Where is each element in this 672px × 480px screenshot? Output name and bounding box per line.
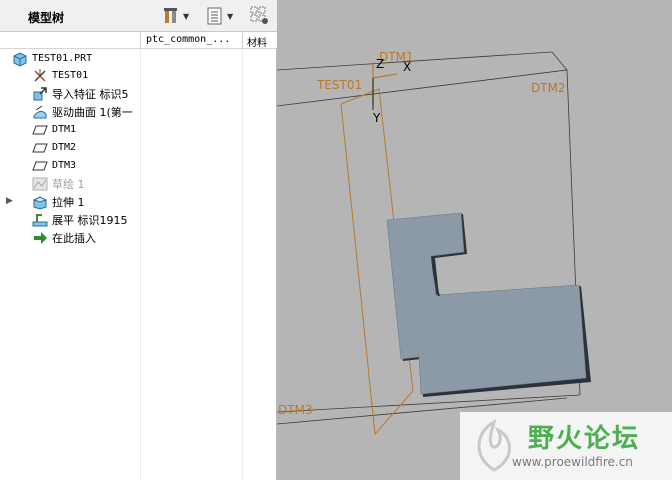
part-face[interactable] xyxy=(386,212,587,395)
tree-item-driving-surface[interactable]: 驱动曲面 1(第一 xyxy=(32,103,133,120)
tree-item-label: TEST01.PRT xyxy=(32,53,93,64)
datum-plane-icon xyxy=(32,143,48,152)
watermark-text: 野火论坛 xyxy=(528,424,641,454)
chevron-down-icon: ▼ xyxy=(227,11,234,21)
dtm-edge-link xyxy=(551,51,568,71)
tree-item-label: 在此插入 xyxy=(52,231,96,245)
tree-columns-icon xyxy=(250,6,268,24)
tree-item-extrude[interactable]: 拉伸 1 xyxy=(32,193,85,210)
graphics-viewport[interactable]: DTM1 DTM2 DTM3 TEST01 Z X Y xyxy=(277,0,672,480)
tree-item-label: DTM3 xyxy=(52,160,77,171)
column-divider[interactable] xyxy=(242,32,243,49)
import-feature-icon xyxy=(33,86,47,100)
expand-arrow-icon[interactable]: ▶ xyxy=(6,196,13,206)
x-axis-label: X xyxy=(403,60,411,74)
show-dropdown-button[interactable]: ▼ xyxy=(206,6,233,26)
model-tree-list: TEST01.PRT TEST01 导入特征 标识5 驱动曲面 1(第一 DTM… xyxy=(0,49,277,480)
dtm1-edge xyxy=(277,51,553,71)
column-header-ptc-common[interactable]: ptc_common_... xyxy=(146,34,230,45)
tree-item-label: DTM1 xyxy=(52,124,77,135)
tree-item-label: 导入特征 标识5 xyxy=(52,87,129,101)
tree-item-dtm3[interactable]: DTM3 xyxy=(32,157,76,174)
tree-item-label: DTM2 xyxy=(52,142,77,153)
dtm3-label[interactable]: DTM3 xyxy=(278,403,313,417)
column-gridline xyxy=(242,49,243,480)
model-canvas[interactable]: DTM1 DTM2 DTM3 TEST01 Z X Y xyxy=(277,0,672,480)
sketch-icon xyxy=(32,177,48,190)
tree-item-flatten[interactable]: 展平 标识1915 xyxy=(32,211,128,228)
csys-icon xyxy=(34,68,46,82)
model-tree-title: 模型树 xyxy=(28,11,65,25)
driving-surface-icon xyxy=(33,105,47,118)
column-header-material[interactable]: 材料 xyxy=(247,34,267,49)
dtm3-edge xyxy=(277,394,581,413)
tree-column-header: ptc_common_... 材料 xyxy=(0,32,277,49)
tree-item-part[interactable]: TEST01.PRT xyxy=(12,50,92,67)
column-divider[interactable] xyxy=(140,32,141,49)
tree-item-label: 拉伸 1 xyxy=(52,195,85,209)
extrude-icon xyxy=(32,195,48,210)
datum-plane-icon xyxy=(32,125,48,134)
settings-dropdown-button[interactable]: ▼ xyxy=(162,6,189,26)
flatten-icon xyxy=(32,213,48,226)
tree-item-label: 草绘 1 xyxy=(52,177,85,191)
list-icon xyxy=(207,7,222,25)
watermark-url: www.proewildfire.cn xyxy=(512,455,633,469)
tree-item-label: 驱动曲面 1(第一 xyxy=(52,105,133,119)
tree-item-dtm1[interactable]: DTM1 xyxy=(32,121,76,138)
part-icon xyxy=(13,51,27,67)
tree-item-insert-here[interactable]: 在此插入 xyxy=(32,229,96,246)
model-tree-panel: 模型树 ▼ ▼ ptc_common_... 材料 TEST01.PRT TES… xyxy=(0,0,277,480)
tree-item-label: TEST01 xyxy=(52,70,89,81)
tree-item-label: 展平 标识1915 xyxy=(52,213,128,227)
csys-label[interactable]: TEST01 xyxy=(316,78,362,92)
z-axis-label: Z xyxy=(376,57,384,71)
chevron-down-icon: ▼ xyxy=(183,11,190,21)
part-solid[interactable] xyxy=(386,212,591,397)
insert-here-icon xyxy=(34,231,47,244)
tree-item-import-feature[interactable]: 导入特征 标识5 xyxy=(32,85,129,102)
column-gridline xyxy=(140,49,141,480)
y-axis-label: Y xyxy=(372,111,381,125)
tools-icon xyxy=(164,8,177,23)
tree-item-csys[interactable]: TEST01 xyxy=(32,67,88,84)
dtm2-label[interactable]: DTM2 xyxy=(531,81,566,95)
model-tree-toolbar: 模型树 ▼ ▼ xyxy=(0,0,277,32)
tree-item-sketch[interactable]: 草绘 1 xyxy=(32,175,85,192)
tree-item-dtm2[interactable]: DTM2 xyxy=(32,139,76,156)
tree-columns-button[interactable] xyxy=(250,6,270,26)
datum-plane-icon xyxy=(32,161,48,170)
